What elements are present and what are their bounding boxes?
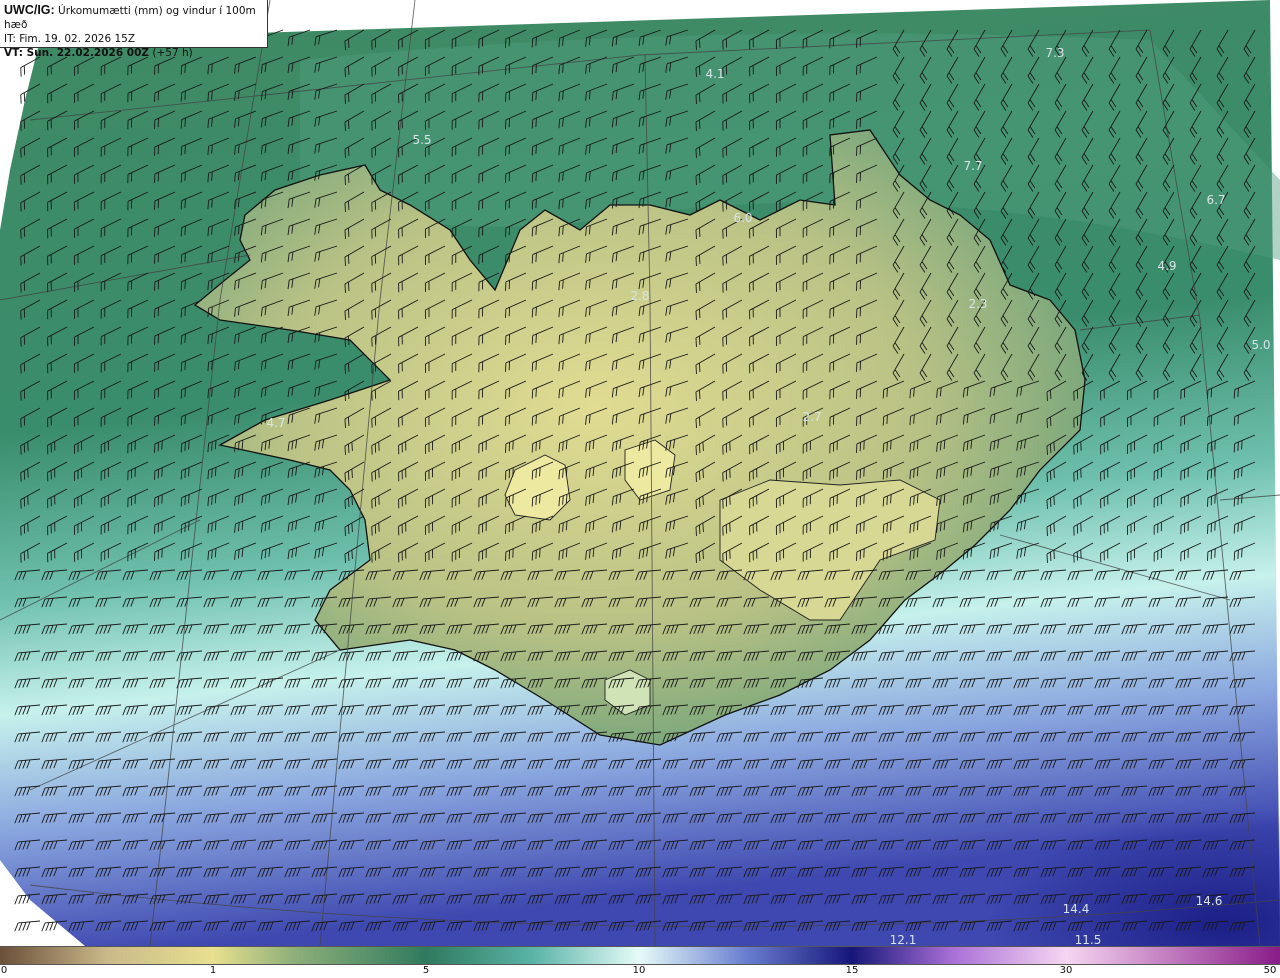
- map-value-label: 2.3: [968, 297, 987, 311]
- map-value-label: 7.3: [1045, 46, 1064, 60]
- map-value-label: 11.5: [1075, 933, 1102, 946]
- map-value-label: 4.7: [266, 416, 285, 430]
- colorbar-tick-label: 0: [0, 965, 8, 976]
- title-line: UWC/IG: Úrkomumætti (mm) og vindur í 100…: [4, 3, 263, 32]
- colorbar-tick-label: 15: [845, 965, 859, 976]
- issue-time: IT: Fim. 19. 02. 2026 15Z: [4, 33, 136, 45]
- map-value-label: 6.0: [733, 211, 752, 225]
- colorbar-tick-label: 30: [1059, 965, 1073, 976]
- colorbar-tick-label: 1: [209, 965, 217, 976]
- colorbar-strip: [0, 946, 1280, 965]
- valid-time-line: VT: Sun. 22.02.2026 00Z (+57 h): [4, 46, 263, 60]
- map-value-label: 2.8: [630, 289, 649, 303]
- map-value-label: 4.1: [705, 67, 724, 81]
- precipitation-map: 7.3 4.1 5.5 7.7 6.7 6.0 4.9 2.8 2.3 5.0 4.7 2.7 14.4…: [0, 0, 1280, 946]
- product-name: UWC/IG:: [4, 3, 55, 17]
- map-value-label: 4.9: [1157, 259, 1176, 273]
- map-title-box: UWC/IG: Úrkomumætti (mm) og vindur í 100…: [0, 0, 268, 59]
- map-value-label: 14.4: [1063, 902, 1090, 916]
- colorbar-tick-label: 5: [422, 965, 430, 976]
- map-value-label: 5.0: [1251, 338, 1270, 352]
- map-value-label: 5.5: [412, 133, 431, 147]
- valid-time: VT: Sun. 22.02.2026 00Z: [4, 47, 150, 59]
- forecast-map-view: 7.3 4.1 5.5 7.7 6.7 6.0 4.9 2.8 2.3 5.0 4.7 2.7 14.4…: [0, 0, 1280, 978]
- map-value-label: 6.7: [1206, 193, 1225, 207]
- colorbar-tick-label: 50: [1263, 965, 1277, 976]
- map-value-label: 12.1: [890, 933, 917, 946]
- map-value-label: 14.6: [1196, 894, 1223, 908]
- map-value-label: 2.7: [802, 410, 821, 424]
- lead-time: (+57 h): [152, 47, 193, 59]
- map-value-label: 7.7: [963, 159, 982, 173]
- colorbar: 0 1 5 10 15 30 50: [0, 946, 1280, 978]
- colorbar-tick-label: 10: [632, 965, 646, 976]
